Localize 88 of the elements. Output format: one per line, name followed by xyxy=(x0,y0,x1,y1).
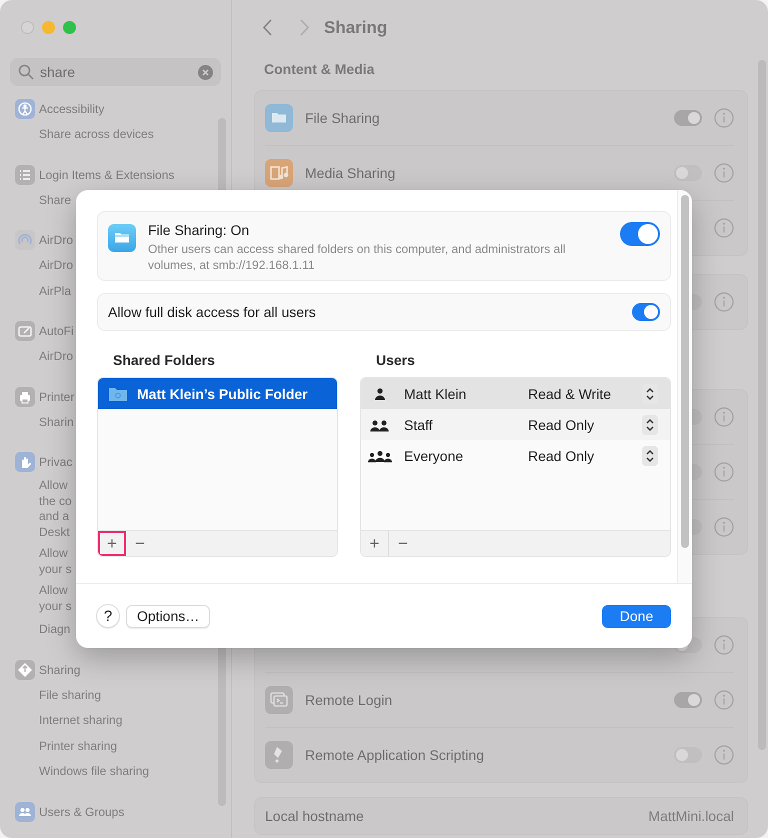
user-name: Staff xyxy=(404,416,434,432)
remove-button[interactable]: − xyxy=(389,531,417,556)
user-row[interactable]: Everyone Read Only xyxy=(361,440,670,471)
sidebar-item[interactable]: Printer xyxy=(39,390,74,404)
minimize-window-button[interactable] xyxy=(42,21,55,34)
setting-label: Remote Application Scripting xyxy=(305,747,484,763)
status-description: Other users can access shared folders on this computer, and administrators all volumes, at smb://192.168.1.11 xyxy=(148,241,567,273)
add-button[interactable]: + xyxy=(361,531,389,556)
permission-popup[interactable]: Read Only xyxy=(528,414,658,434)
music-icon xyxy=(265,159,293,187)
setting-label: File Sharing xyxy=(305,110,380,126)
page-title: Sharing xyxy=(324,18,388,38)
clear-icon[interactable] xyxy=(198,64,213,80)
stepper-icon xyxy=(642,446,658,466)
sidebar-item[interactable]: AutoFi xyxy=(39,324,74,338)
diamond-icon xyxy=(15,660,35,680)
search-field[interactable]: share xyxy=(10,58,221,86)
pencil-icon xyxy=(15,321,35,341)
folder-icon xyxy=(108,224,136,252)
setting-label: Allow full disk access for all users xyxy=(108,304,316,320)
setting-value: MattMini.local xyxy=(648,808,734,824)
signal-icon xyxy=(15,230,35,250)
info-icon[interactable] xyxy=(714,745,734,765)
sidebar-subitem[interactable]: Windows file sharing xyxy=(39,759,150,784)
info-icon[interactable] xyxy=(714,108,734,128)
three-people-icon xyxy=(367,448,393,462)
sidebar-item[interactable]: Privac xyxy=(39,455,72,469)
info-icon[interactable] xyxy=(714,635,734,655)
sidebar-subitem[interactable]: Allow your s xyxy=(39,580,72,617)
folder-icon xyxy=(265,104,293,132)
scrollbar-thumb[interactable] xyxy=(681,195,689,548)
section-heading: Content & Media xyxy=(264,61,374,77)
done-button[interactable]: Done xyxy=(602,604,671,628)
sidebar-subitem[interactable]: Printer sharing xyxy=(39,734,118,759)
stepper-icon xyxy=(642,414,658,434)
sidebar-subitem[interactable]: Diagn xyxy=(39,617,70,642)
people-icon xyxy=(15,802,35,822)
permission-popup[interactable]: Read & Write xyxy=(528,384,658,404)
column-heading: Users xyxy=(376,351,415,370)
setting-label: Remote Login xyxy=(305,692,392,708)
info-icon[interactable] xyxy=(714,218,734,238)
info-icon[interactable] xyxy=(714,517,734,537)
info-icon[interactable] xyxy=(714,292,734,312)
user-name: Matt Klein xyxy=(404,386,468,402)
sidebar-subitem[interactable]: AirPla xyxy=(39,278,72,304)
options-button[interactable]: Options… xyxy=(126,604,210,628)
folder-icon xyxy=(109,386,127,400)
sidebar-subitem[interactable]: Share across devices xyxy=(39,122,154,148)
info-icon[interactable] xyxy=(714,163,734,183)
setting-label: Media Sharing xyxy=(305,165,396,181)
person-icon xyxy=(15,99,35,119)
setting-label: Local hostname xyxy=(265,808,364,824)
terminal-icon xyxy=(265,686,293,714)
folder-name: Matt Klein’s Public Folder xyxy=(137,386,308,402)
close-window-button[interactable] xyxy=(21,21,34,34)
sidebar-subitem[interactable]: Share xyxy=(39,188,72,213)
forward-icon[interactable] xyxy=(299,19,310,36)
permission-popup[interactable]: Read Only xyxy=(528,446,658,466)
sidebar-item[interactable]: AirDro xyxy=(39,233,74,247)
printer-icon xyxy=(15,386,35,406)
column-heading: Shared Folders xyxy=(113,351,215,370)
sidebar-item[interactable]: Login Items & Extensions xyxy=(39,168,174,182)
zoom-window-button[interactable] xyxy=(63,21,76,34)
sidebar-subitem[interactable]: Sharin xyxy=(39,410,74,435)
sidebar-subitem[interactable]: AirDro xyxy=(39,344,74,370)
info-icon[interactable] xyxy=(714,462,734,482)
user-row[interactable]: Matt Klein Read & Write xyxy=(361,378,670,409)
user-name: Everyone xyxy=(404,448,464,464)
hand-icon xyxy=(15,452,35,472)
back-icon[interactable] xyxy=(262,19,273,36)
sidebar-subitem[interactable]: Allow your s xyxy=(39,543,72,580)
list-icon xyxy=(15,164,35,184)
folder-row[interactable]: Matt Klein’s Public Folder xyxy=(98,378,337,409)
sidebar-subitem[interactable]: File sharing xyxy=(39,682,102,708)
info-icon[interactable] xyxy=(714,690,734,710)
user-row[interactable]: Staff Read Only xyxy=(361,409,670,440)
sidebar-subitem[interactable]: Allow the co and a Deskt xyxy=(39,475,72,543)
sidebar-subitem[interactable]: AirDro xyxy=(39,253,74,278)
sidebar-item[interactable]: Accessibility xyxy=(39,102,104,116)
search-icon xyxy=(18,64,34,80)
sidebar-item[interactable]: Users & Groups xyxy=(39,804,124,818)
sidebar-item[interactable]: Sharing xyxy=(39,662,80,676)
help-button[interactable]: ? xyxy=(96,604,120,628)
remove-button[interactable]: − xyxy=(126,531,154,556)
sidebar-subitem[interactable]: Internet sharing xyxy=(39,708,122,734)
info-icon[interactable] xyxy=(714,407,734,427)
status-title: File Sharing: On xyxy=(148,222,250,238)
add-button[interactable]: + xyxy=(98,531,126,556)
